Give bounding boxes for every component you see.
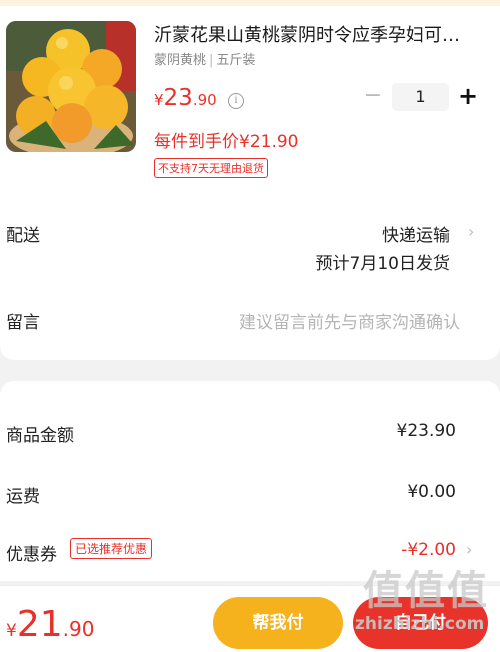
message-input[interactable]: 建议留言前先与商家沟通确认 [239,308,460,333]
coupon-chevron-icon[interactable]: › [466,542,476,558]
self-pay-button[interactable]: 自己付 [353,597,488,649]
goods-amount-value: ¥23.90 [396,421,456,441]
quantity-value[interactable]: 1 [392,83,449,111]
unit-price: ¥23.90 [154,85,217,111]
quantity-minus-button[interactable]: − [363,85,383,107]
product-thumbnail[interactable] [6,21,136,152]
spec-variety: 蒙阴黄桃 [154,53,207,68]
price-info-icon[interactable]: i [228,93,244,109]
hand-price: 每件到手价¥21.90 [154,132,299,152]
coupon-value[interactable]: -¥2.00 [401,540,456,560]
delivery-method[interactable]: 快递运输 [382,221,450,246]
product-spec: 蒙阴黄桃 | 五斤装 [154,49,255,68]
shipping-label: 运费 [6,487,40,507]
goods-amount-label: 商品金额 [6,426,74,446]
total-price: ¥21.90 [6,604,94,645]
delivery-chevron-icon[interactable]: › [468,224,478,240]
peach-photo-icon [6,21,136,152]
help-me-pay-button[interactable]: 帮我付 [213,597,343,649]
return-policy-badge: 不支持7天无理由退货 [154,158,268,178]
shipping-value: ¥0.00 [407,482,456,502]
quantity-plus-button[interactable]: + [457,84,479,108]
total-decimal: .90 [62,617,95,641]
price-integer: 23 [163,85,193,111]
spec-weight: 五斤装 [216,53,256,68]
delivery-estimate: 预计7月10日发货 [315,254,450,274]
total-currency: ¥ [6,621,17,641]
coupon-tag: 已选推荐优惠 [70,538,153,559]
price-currency: ¥ [154,91,164,109]
product-title[interactable]: 沂蒙花果山黄桃蒙阴时令应季孕妇可… [154,24,486,48]
delivery-label: 配送 [6,226,40,246]
price-decimal: .90 [192,91,217,109]
spec-separator: | [209,53,214,68]
coupon-label: 优惠券 [6,545,57,565]
total-integer: 21 [16,604,63,645]
message-label: 留言 [6,313,40,333]
